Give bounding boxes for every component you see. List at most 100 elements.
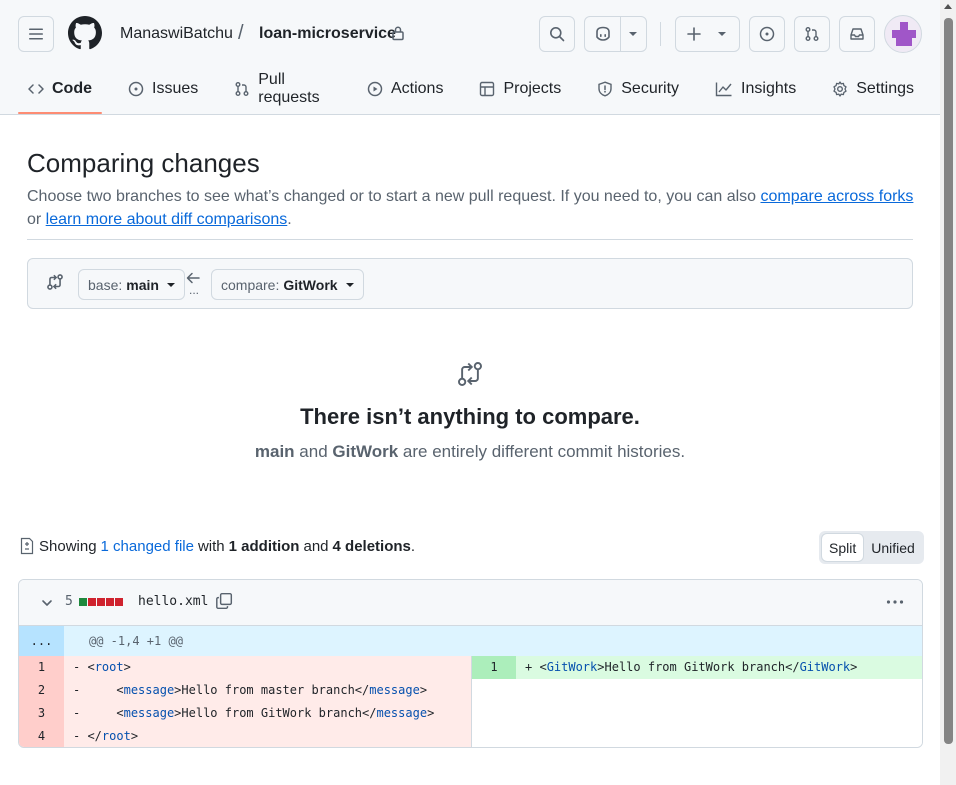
pull-requests-button[interactable] bbox=[794, 16, 830, 52]
inbox-icon bbox=[850, 28, 864, 40]
tab-pull-requests[interactable]: Pull requests bbox=[224, 70, 341, 108]
plus-icon bbox=[687, 27, 701, 41]
diff-marker: - bbox=[73, 683, 88, 697]
xml-tag: GitWork bbox=[546, 660, 598, 674]
tab-label: Pull requests bbox=[258, 71, 320, 106]
range-editor: base: main ... compare: GitWork bbox=[27, 258, 913, 309]
git-pull-request-icon bbox=[234, 81, 250, 97]
xml-end-tag: message bbox=[369, 683, 420, 697]
and-text: and bbox=[294, 442, 333, 461]
empty-line bbox=[471, 702, 922, 725]
unified-view-button[interactable]: Unified bbox=[864, 533, 922, 562]
repo-owner-link[interactable]: ManaswiBatchu bbox=[120, 25, 233, 43]
global-bar: ManaswiBatchu / loan-microservice bbox=[0, 0, 940, 68]
avatar[interactable] bbox=[884, 15, 922, 53]
tab-projects[interactable]: Projects bbox=[469, 70, 571, 108]
file-name[interactable]: hello.xml bbox=[138, 594, 208, 609]
scrollbar-thumb[interactable] bbox=[944, 18, 953, 744]
deleted-line-number[interactable]: 4 bbox=[19, 725, 64, 747]
gear-icon bbox=[832, 81, 848, 97]
kebab-horizontal-icon[interactable] bbox=[885, 592, 905, 612]
description-or: or bbox=[27, 211, 46, 228]
diffstat-block bbox=[96, 597, 105, 606]
tab-label: Actions bbox=[390, 80, 444, 97]
page-title: Comparing changes bbox=[27, 148, 260, 178]
empty-line bbox=[471, 679, 922, 702]
compare-across-forks-link[interactable]: compare across forks bbox=[760, 188, 913, 205]
tab-code[interactable]: Code bbox=[18, 70, 102, 114]
menu-button[interactable] bbox=[18, 16, 54, 52]
git-compare-icon bbox=[47, 274, 63, 290]
tab-insights[interactable]: Insights bbox=[705, 70, 806, 108]
tag-open: </ bbox=[87, 729, 102, 743]
xml-tag: root bbox=[101, 729, 131, 743]
tab-security[interactable]: Security bbox=[587, 70, 689, 108]
xml-tag: message bbox=[123, 683, 175, 697]
split-view-button[interactable]: Split bbox=[821, 533, 865, 562]
chevron-down-icon bbox=[629, 32, 637, 36]
path-separator: / bbox=[238, 22, 244, 44]
description-text: Choose two branches to see what’s change… bbox=[27, 188, 761, 205]
repo-header: ManaswiBatchu / loan-microservice Code I… bbox=[0, 0, 940, 115]
with-text: with bbox=[197, 537, 225, 555]
deletions-count: 4 deletions bbox=[332, 537, 411, 555]
chevron-down-icon[interactable] bbox=[41, 597, 53, 609]
deleted-line-number[interactable]: 3 bbox=[19, 702, 64, 725]
diffstat: 5 bbox=[65, 594, 123, 609]
inbox-button[interactable] bbox=[839, 16, 875, 52]
diff-marker: - bbox=[73, 729, 88, 743]
diffstat-blocks bbox=[78, 597, 123, 606]
copilot-icon bbox=[596, 26, 610, 41]
tab-label: Projects bbox=[503, 80, 562, 97]
compare-branch-select[interactable]: compare: GitWork bbox=[211, 269, 364, 300]
tab-actions[interactable]: Actions bbox=[357, 70, 453, 108]
github-logo-icon[interactable] bbox=[68, 16, 102, 50]
git-compare-icon bbox=[458, 362, 482, 386]
graph-icon bbox=[715, 81, 733, 97]
diff-row: 2- <message>Hello from master branch</me… bbox=[19, 679, 922, 702]
repo-name-link[interactable]: loan-microservice bbox=[259, 25, 396, 43]
tab-label: Settings bbox=[856, 80, 914, 97]
copilot-button[interactable] bbox=[584, 16, 647, 52]
diffstat-block bbox=[114, 597, 123, 606]
compare-label: compare: bbox=[221, 276, 280, 293]
copy-icon[interactable] bbox=[215, 592, 233, 610]
diff-marker: + bbox=[525, 660, 540, 674]
deleted-line-number[interactable]: 2 bbox=[19, 679, 64, 702]
caret-down-icon bbox=[345, 282, 354, 287]
changed-files-link[interactable]: 1 changed file bbox=[101, 538, 194, 555]
range-dots: ... bbox=[189, 283, 200, 297]
expand-hunk-button[interactable]: ... bbox=[19, 626, 64, 656]
added-line-number[interactable]: 1 bbox=[471, 656, 516, 679]
diff-view-toggle: Split Unified bbox=[819, 531, 924, 564]
blankslate bbox=[0, 360, 940, 391]
learn-diff-comparisons-link[interactable]: learn more about diff comparisons bbox=[46, 211, 288, 228]
diffstat-block bbox=[87, 597, 96, 606]
compare-branch-value: GitWork bbox=[283, 276, 338, 293]
tab-label: Security bbox=[621, 80, 680, 97]
description-period: . bbox=[287, 211, 292, 228]
search-button[interactable] bbox=[539, 16, 575, 52]
scrollbar[interactable] bbox=[940, 0, 956, 785]
issues-button[interactable] bbox=[749, 16, 785, 52]
diff-row: 1- <root> 1 + <GitWork>Hello from GitWork … bbox=[19, 656, 922, 679]
file-diff: 5 hello.xml ... @@ -1,4 +1 @@ 1- <root> 1… bbox=[18, 579, 923, 748]
divider bbox=[27, 239, 913, 240]
tab-settings[interactable]: Settings bbox=[822, 70, 924, 108]
deleted-line-number[interactable]: 1 bbox=[19, 656, 64, 679]
blankslate-rest: are entirely different commit histories. bbox=[398, 442, 686, 461]
diff-marker: - bbox=[73, 706, 88, 720]
base-branch-select[interactable]: base: main bbox=[78, 269, 185, 300]
header-divider bbox=[660, 22, 661, 46]
search-icon bbox=[550, 27, 565, 42]
repo-nav: Code Issues Pull requests Actions Projects Se… bbox=[18, 70, 940, 114]
issue-opened-icon bbox=[128, 81, 144, 97]
base-branch-value: main bbox=[126, 276, 159, 293]
tab-issues[interactable]: Issues bbox=[118, 70, 208, 108]
scroll-up-arrow-icon[interactable] bbox=[944, 4, 952, 9]
tag-open: < bbox=[87, 660, 95, 674]
blankslate-title: There isn’t anything to compare. bbox=[300, 404, 640, 429]
create-new-button[interactable] bbox=[675, 16, 740, 52]
xml-end-tag: message bbox=[376, 706, 428, 720]
hamburger-icon bbox=[29, 28, 43, 40]
